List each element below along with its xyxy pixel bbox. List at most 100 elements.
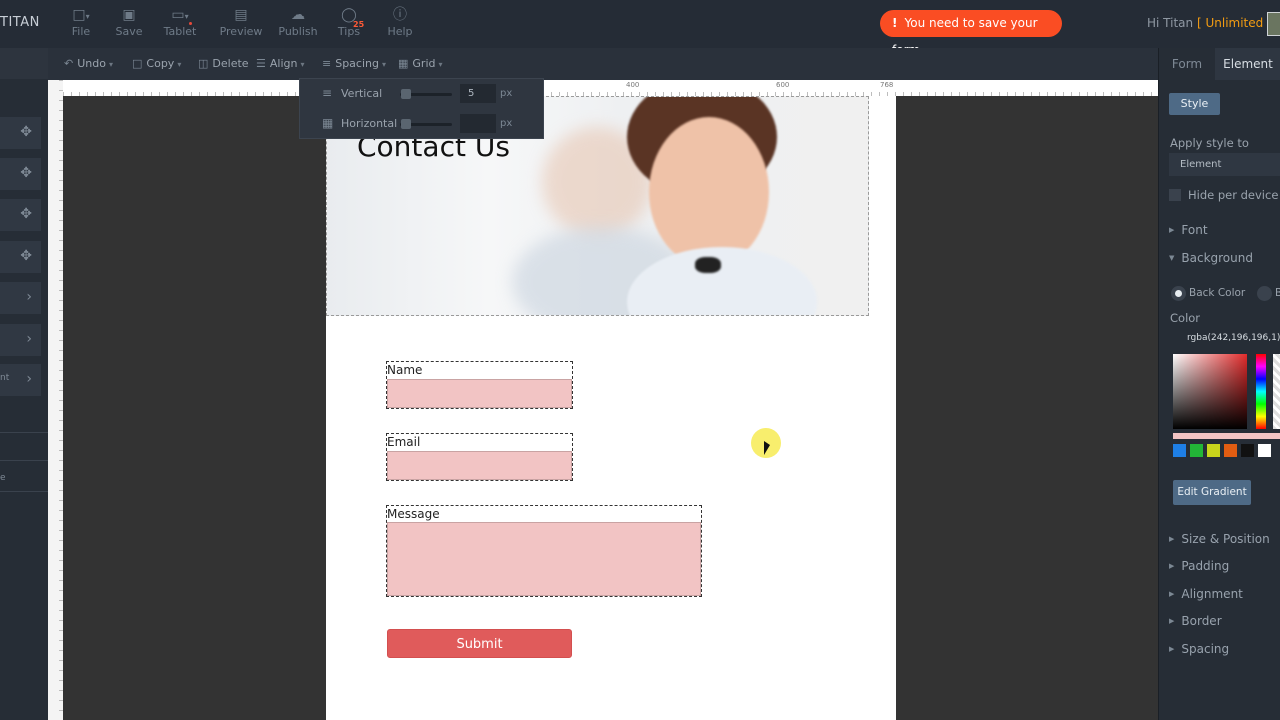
background-image-radio[interactable] bbox=[1257, 286, 1272, 301]
name-field-group[interactable]: Name bbox=[386, 361, 573, 409]
section-spacing[interactable]: ▶ Spacing bbox=[1169, 642, 1229, 656]
spacing-button[interactable]: ≡ Spacing ▾ bbox=[322, 57, 386, 70]
swatch-orange[interactable] bbox=[1224, 444, 1237, 457]
move-arrows-icon: ✥ bbox=[20, 206, 32, 222]
vertical-spacing-input[interactable]: 5 bbox=[460, 84, 496, 103]
chevron-down-icon: ▾ bbox=[108, 60, 113, 69]
chevron-down-icon: ▾ bbox=[438, 60, 443, 69]
tablet-label: Tablet bbox=[163, 25, 197, 38]
message-textarea[interactable] bbox=[387, 522, 701, 596]
grid-icon: ▦ bbox=[398, 57, 409, 70]
file-button[interactable]: □▾ File bbox=[56, 6, 106, 38]
copy-button[interactable]: □ Copy ▾ bbox=[132, 57, 181, 70]
horizontal-ruler: 400 600 768 bbox=[63, 80, 1158, 96]
help-button[interactable]: ⓘ Help bbox=[375, 6, 425, 38]
vertical-spacing-icon: ≡ bbox=[322, 86, 333, 100]
color-picker-alpha-slider[interactable] bbox=[1273, 354, 1280, 429]
grid-button[interactable]: ▦ Grid ▾ bbox=[398, 57, 443, 70]
rail-item-move-3[interactable]: ✥ bbox=[0, 199, 41, 231]
apply-style-select[interactable]: Element bbox=[1169, 153, 1280, 176]
swatch-green[interactable] bbox=[1190, 444, 1203, 457]
section-background[interactable]: ▼ Background bbox=[1169, 251, 1253, 265]
chevron-right-icon: › bbox=[26, 371, 32, 387]
vertical-spacing-row: ≡ Vertical 5 px bbox=[300, 79, 545, 109]
horizontal-spacing-icon: ▦ bbox=[322, 116, 334, 130]
editor-toolbar: ↶ Undo ▾ □ Copy ▾ ◫ Delete ☰ Align ▾ ≡ Spacing ▾ … bbox=[48, 48, 1158, 80]
undo-button[interactable]: ↶ Undo ▾ bbox=[64, 57, 113, 70]
tab-element[interactable]: Element bbox=[1215, 48, 1280, 80]
back-color-radio[interactable] bbox=[1171, 286, 1186, 301]
rail-item-label: nt bbox=[0, 373, 10, 383]
spacing-icon: ≡ bbox=[322, 57, 332, 70]
section-padding[interactable]: ▶ Padding bbox=[1169, 559, 1229, 573]
swatch-black[interactable] bbox=[1241, 444, 1254, 457]
ruler-label: 768 bbox=[880, 81, 894, 89]
headset-mic-icon bbox=[695, 257, 721, 273]
rail-item-move-2[interactable]: ✥ bbox=[0, 158, 41, 190]
save-label: Save bbox=[115, 25, 143, 38]
rail-item-expand-3[interactable]: nt › bbox=[0, 364, 41, 396]
section-font[interactable]: ▶ Font bbox=[1169, 223, 1208, 237]
horizontal-spacing-unit: px bbox=[500, 118, 513, 129]
copy-icon: □ bbox=[132, 57, 143, 70]
greeting-text: Hi Titan bbox=[1147, 16, 1194, 30]
rail-item-move-1[interactable]: ✥ bbox=[0, 117, 41, 149]
color-label: Color bbox=[1170, 311, 1201, 325]
unsaved-form-alert[interactable]: !You need to save your form bbox=[880, 10, 1062, 57]
trash-icon: ◫ bbox=[198, 57, 209, 70]
tips-count-badge: 25 bbox=[353, 20, 365, 29]
preview-label: Preview bbox=[219, 25, 263, 38]
edit-gradient-button[interactable]: Edit Gradient bbox=[1173, 480, 1251, 505]
tab-form[interactable]: Form bbox=[1159, 48, 1215, 80]
hide-per-device-checkbox[interactable] bbox=[1169, 189, 1181, 201]
brand-logo: TITAN bbox=[0, 15, 40, 30]
swatch-white[interactable] bbox=[1258, 444, 1271, 457]
avatar[interactable] bbox=[1267, 12, 1280, 36]
email-field-label: Email bbox=[387, 435, 421, 449]
caret-right-icon: ▶ bbox=[1169, 645, 1175, 653]
save-button[interactable]: ▣ Save bbox=[104, 6, 154, 38]
publish-button[interactable]: ☁ Publish bbox=[273, 6, 323, 38]
exclamation-icon: ! bbox=[892, 16, 898, 30]
user-greeting: Hi Titan [ Unlimited ] bbox=[1147, 16, 1272, 30]
color-picker-hue-slider[interactable] bbox=[1256, 354, 1266, 429]
rail-item-move-4[interactable]: ✥ bbox=[0, 241, 41, 273]
tips-button[interactable]: ◯ 25 Tips bbox=[324, 6, 374, 38]
color-picker-saturation[interactable] bbox=[1173, 354, 1247, 429]
plan-badge: [ Unlimited ] bbox=[1196, 16, 1272, 30]
vertical-spacing-slider-handle[interactable] bbox=[401, 89, 411, 99]
help-label: Help bbox=[387, 25, 413, 38]
style-button[interactable]: Style bbox=[1169, 93, 1220, 115]
name-input[interactable] bbox=[387, 379, 572, 408]
submit-button[interactable]: Submit bbox=[387, 629, 572, 658]
undo-arrow-icon: ↶ bbox=[64, 57, 74, 70]
apply-style-label: Apply style to bbox=[1170, 136, 1249, 150]
section-border[interactable]: ▶ Border bbox=[1169, 614, 1222, 628]
rail-item-expand-1[interactable]: › bbox=[0, 282, 41, 314]
caret-right-icon: ▶ bbox=[1169, 535, 1175, 543]
align-button[interactable]: ☰ Align ▾ bbox=[256, 57, 304, 70]
swatch-blue[interactable] bbox=[1173, 444, 1186, 457]
email-input[interactable] bbox=[387, 451, 572, 480]
caret-right-icon: ▶ bbox=[1169, 617, 1175, 625]
section-alignment[interactable]: ▶ Alignment bbox=[1169, 587, 1243, 601]
swatch-yellow[interactable] bbox=[1207, 444, 1220, 457]
message-field-group[interactable]: Message bbox=[386, 505, 702, 597]
properties-panel: Form Element Style Apply style to Elemen… bbox=[1158, 48, 1280, 720]
section-size-position[interactable]: ▶ Size & Position bbox=[1169, 532, 1270, 546]
vertical-spacing-label: Vertical bbox=[341, 87, 383, 100]
email-field-group[interactable]: Email bbox=[386, 433, 573, 481]
rail-item-expand-2[interactable]: › bbox=[0, 324, 41, 356]
color-preview-bar bbox=[1173, 433, 1280, 439]
preview-button[interactable]: ▤ Preview bbox=[216, 6, 266, 38]
vertical-spacing-unit: px bbox=[500, 88, 513, 99]
delete-button[interactable]: ◫ Delete bbox=[198, 57, 249, 70]
name-field-label: Name bbox=[387, 363, 423, 377]
color-value-field[interactable]: rgba(242,196,196,1) bbox=[1173, 327, 1280, 349]
tablet-button[interactable]: ▭▾ Tablet bbox=[155, 6, 205, 38]
horizontal-spacing-input[interactable] bbox=[460, 114, 496, 133]
caret-down-icon: ▼ bbox=[1169, 254, 1175, 262]
horizontal-spacing-label: Horizontal bbox=[341, 117, 398, 130]
background-image-label-partial: B bbox=[1275, 287, 1280, 299]
horizontal-spacing-slider-handle[interactable] bbox=[401, 119, 411, 129]
